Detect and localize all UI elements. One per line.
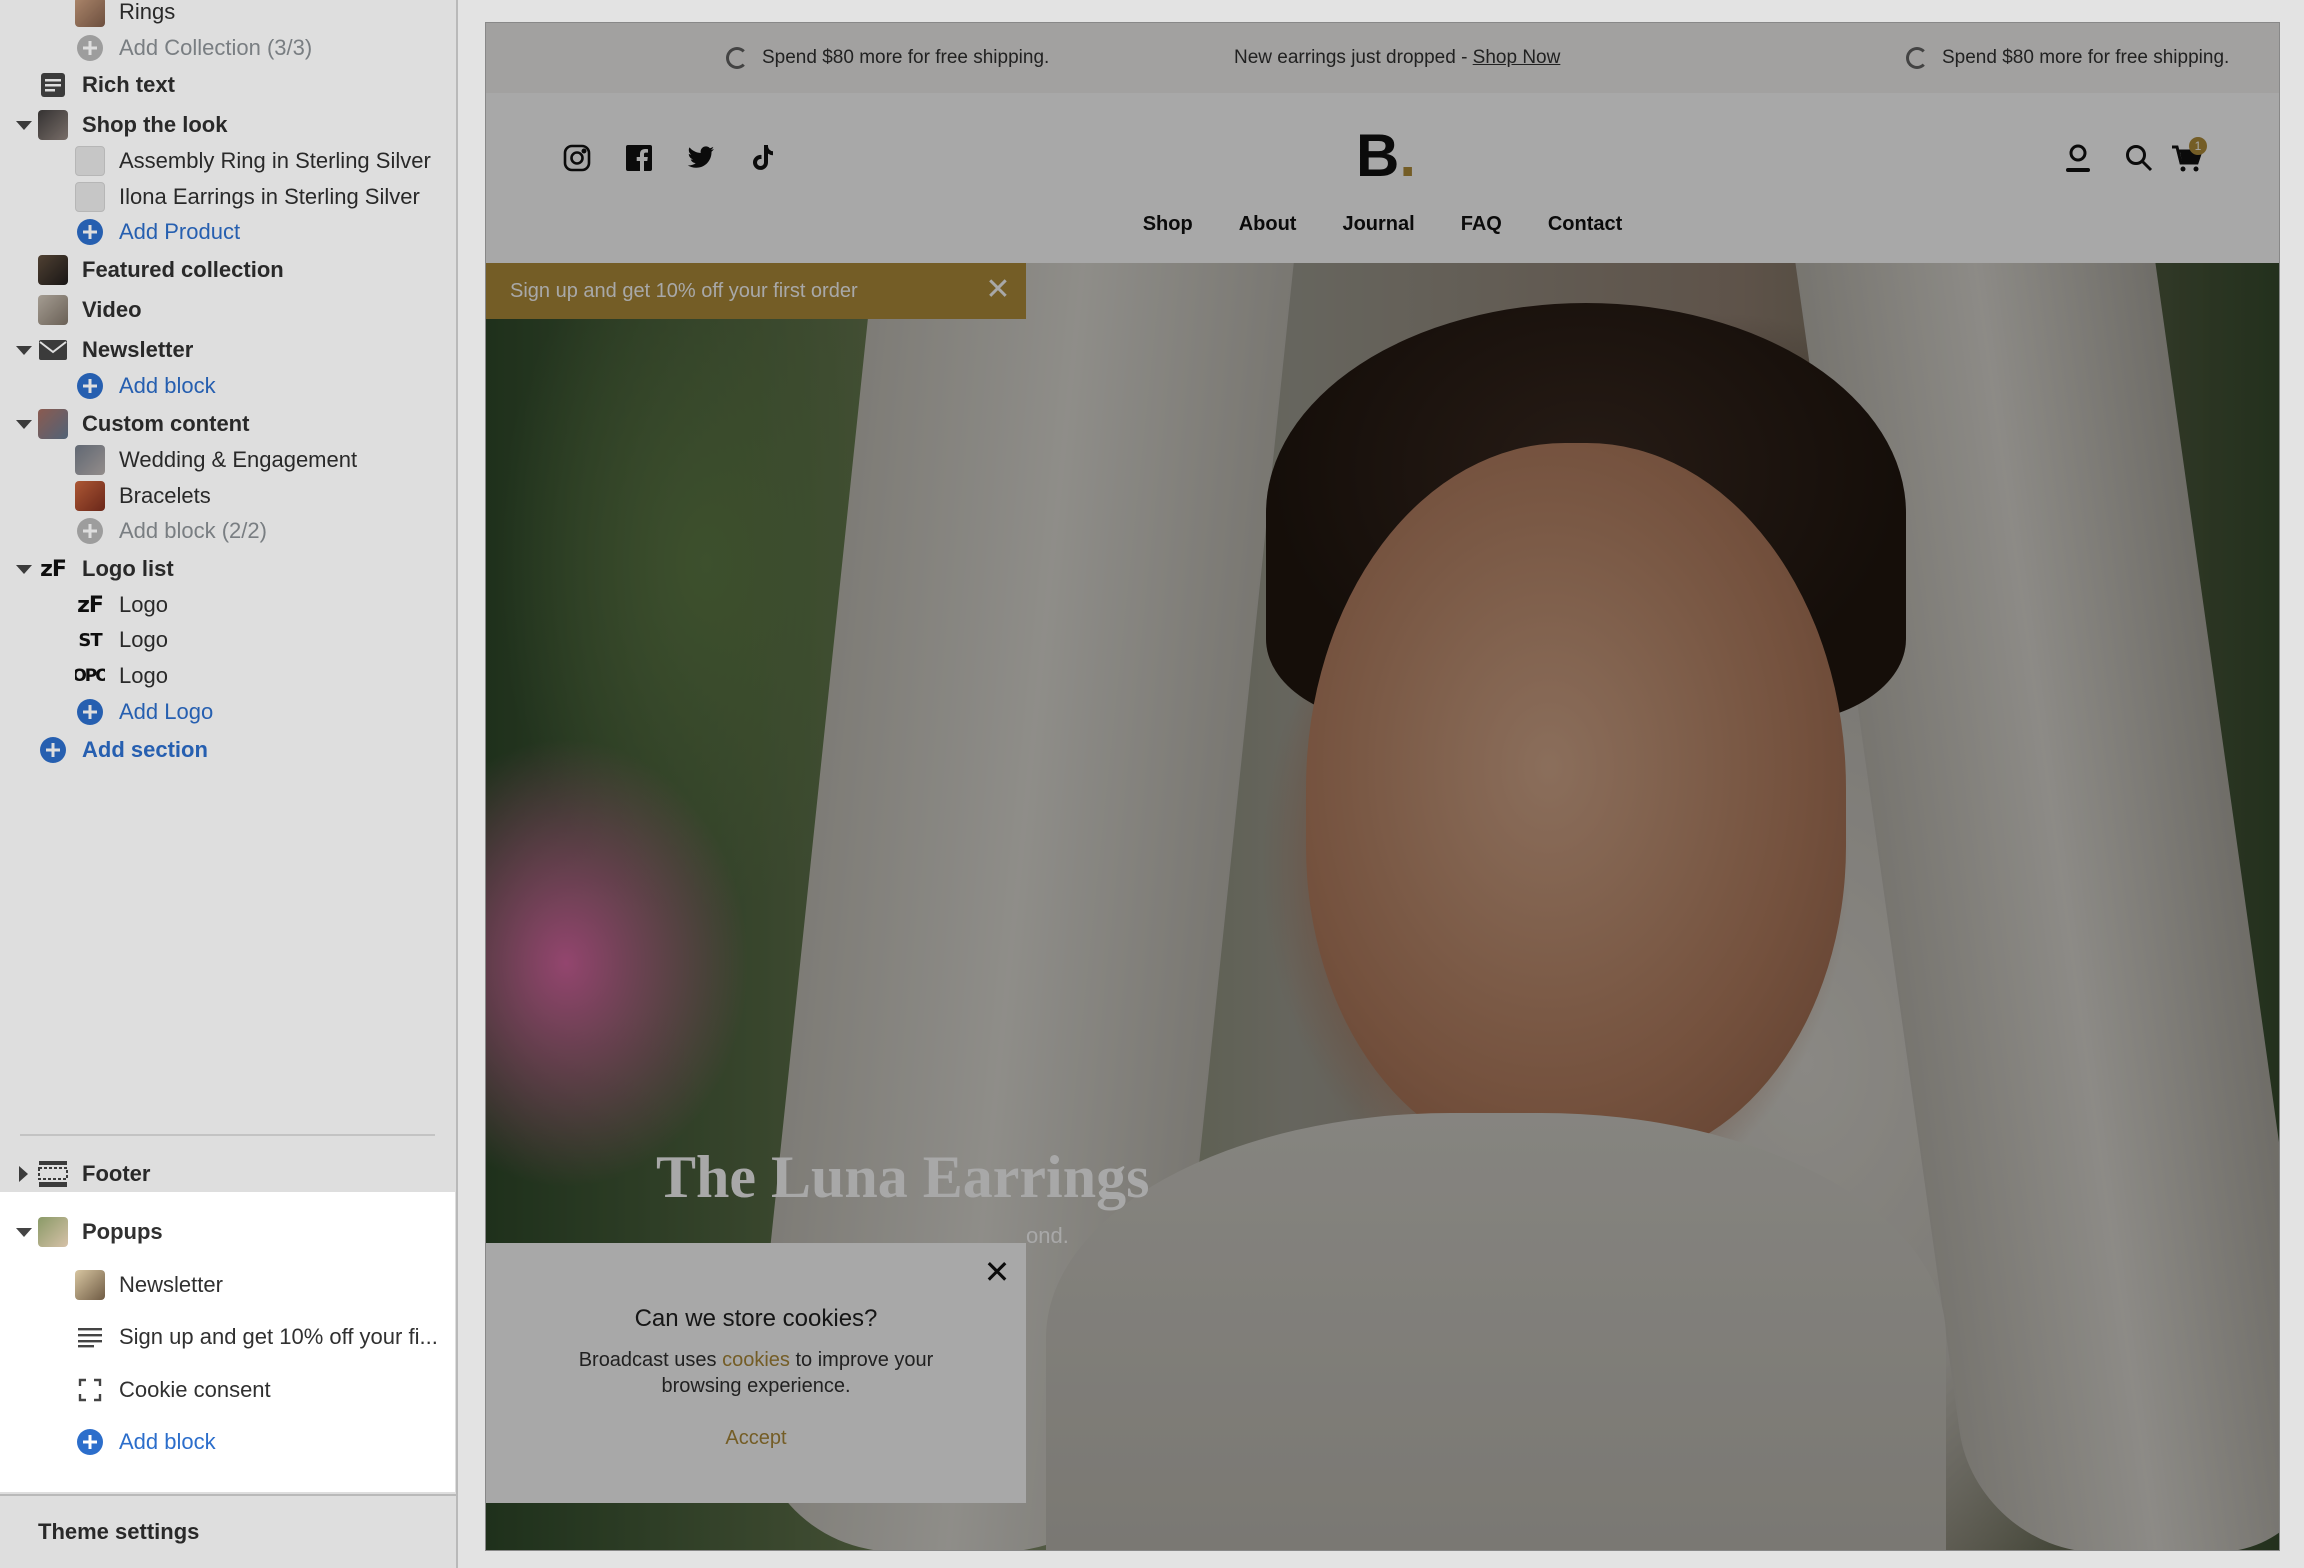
nav-link-faq[interactable]: FAQ — [1461, 213, 1502, 236]
signup-promo-bar[interactable]: Sign up and get 10% off your first order — [486, 263, 1026, 319]
tiktok-icon[interactable] — [748, 143, 778, 173]
twitter-icon[interactable] — [686, 143, 716, 173]
announcement-left: Spend $80 more for free shipping. — [726, 47, 1049, 69]
instagram-icon[interactable] — [562, 143, 592, 173]
cookie-consent-popup: ✕ Can we store cookies? Broadcast uses c… — [486, 1243, 1026, 1503]
cart-count-badge: 1 — [2189, 137, 2207, 155]
shop-now-link[interactable]: Shop Now — [1473, 47, 1561, 68]
announcement-bar: Spend $80 more for free shipping. New ea… — [486, 23, 2279, 93]
announcement-center: New earrings just dropped - Shop Now — [1234, 47, 1560, 69]
nav-link-contact[interactable]: Contact — [1548, 213, 1622, 236]
hero-image-detail — [1306, 443, 1846, 1163]
cookies-link[interactable]: cookies — [722, 1349, 790, 1371]
account-icon[interactable] — [2063, 143, 2097, 177]
nav-link-about[interactable]: About — [1239, 213, 1297, 236]
facebook-icon[interactable] — [624, 143, 654, 173]
search-icon[interactable] — [2124, 143, 2158, 177]
close-icon[interactable]: ✕ — [981, 1256, 1013, 1289]
cookie-text: Broadcast uses — [578, 1349, 723, 1371]
hero-image-detail — [1046, 1113, 1946, 1550]
cookie-title: Can we store cookies? — [634, 1305, 878, 1332]
hero-title: The Luna Earrings — [656, 1144, 1150, 1210]
brand-letter: B — [1356, 122, 1400, 189]
announcement-text: Spend $80 more for free shipping. — [1942, 47, 2230, 68]
announcement-text: New earrings just dropped - — [1234, 47, 1473, 68]
main-navigation: Shop About Journal FAQ Contact — [486, 213, 2279, 236]
loading-spinner-icon — [726, 47, 748, 69]
brand-logo[interactable]: B. — [1356, 121, 1416, 190]
nav-link-shop[interactable]: Shop — [1143, 213, 1193, 236]
loading-spinner-icon — [1906, 47, 1928, 69]
accept-button[interactable]: Accept — [486, 1427, 1026, 1450]
storefront-preview: Spend $80 more for free shipping. New ea… — [485, 22, 2280, 1551]
nav-link-journal[interactable]: Journal — [1342, 213, 1414, 236]
site-header: B. 1 Shop About Journal FAQ Contact — [486, 93, 2279, 263]
close-icon[interactable]: ✕ — [984, 275, 1012, 305]
hero-subtitle: ond. — [1026, 1223, 1069, 1248]
promo-text: Sign up and get 10% off your first order — [510, 279, 858, 302]
brand-dot: . — [1399, 122, 1417, 189]
announcement-text: Spend $80 more for free shipping. — [762, 47, 1050, 68]
cookie-message: Broadcast uses cookies to improve your b… — [546, 1347, 966, 1399]
announcement-right: Spend $80 more for free shipping. — [1906, 47, 2229, 69]
sidebar-dim-overlay — [0, 0, 458, 1568]
